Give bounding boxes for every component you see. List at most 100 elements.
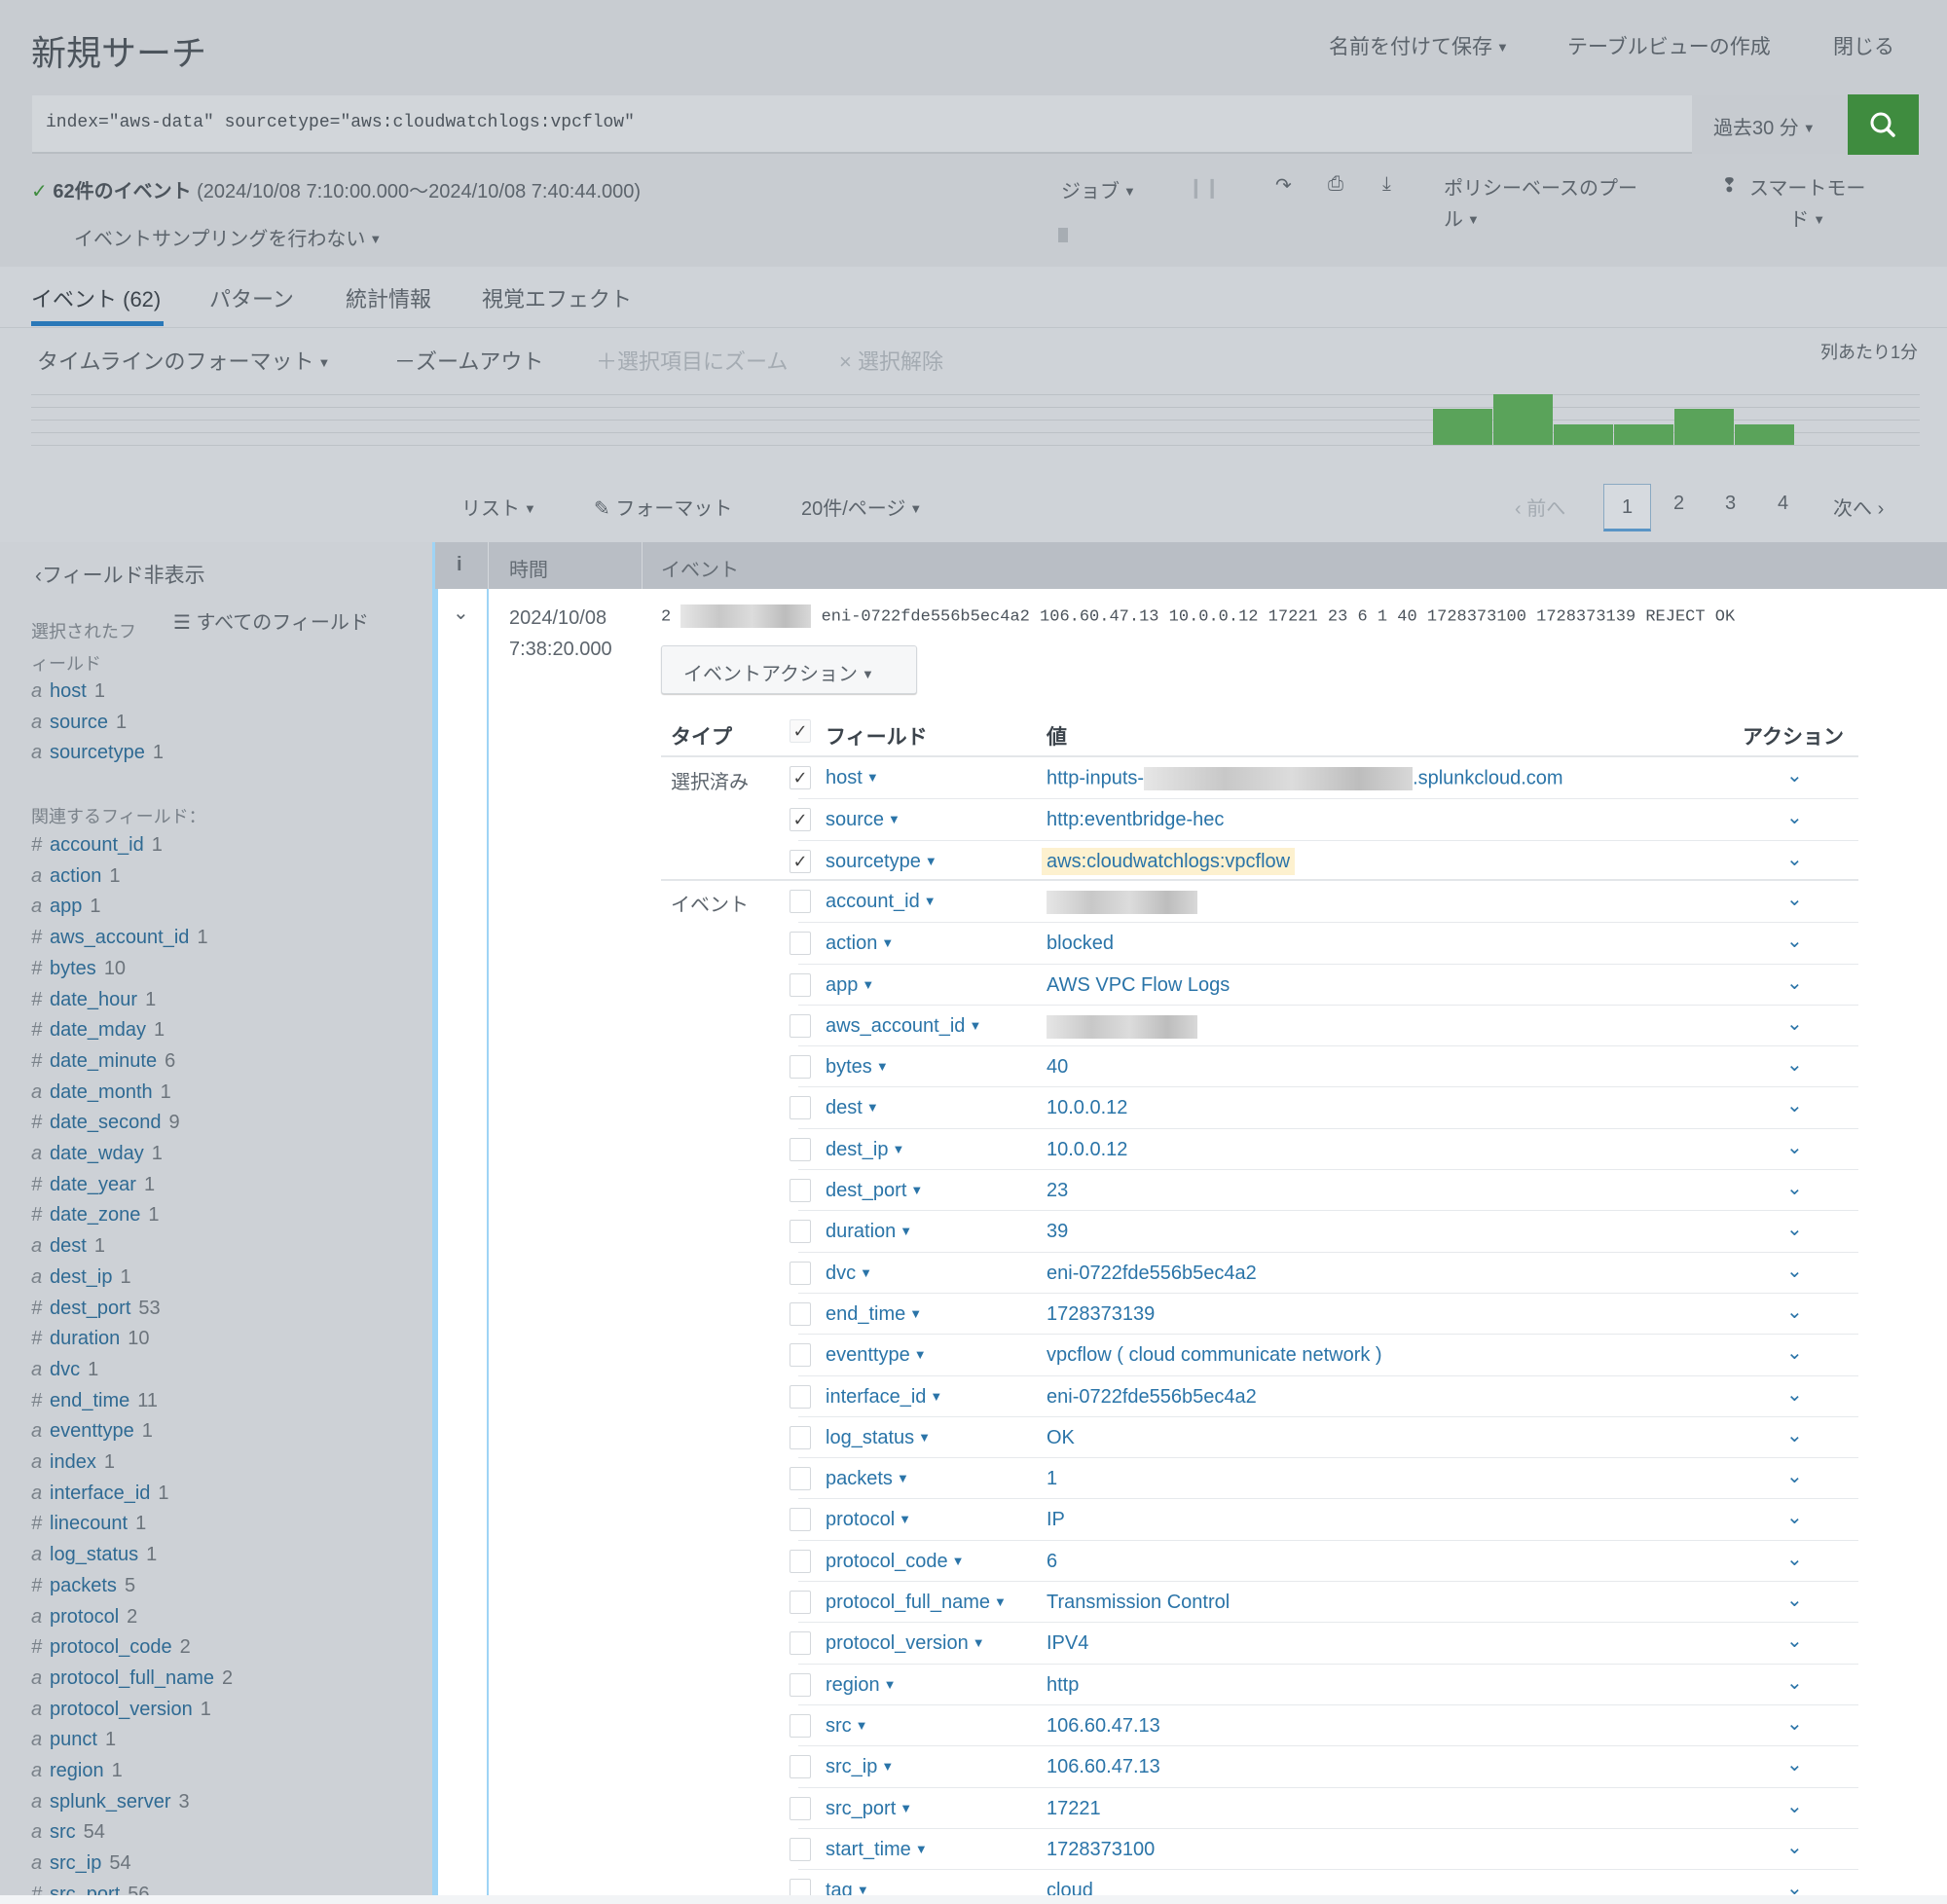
field-name-menu[interactable]: src_ip ▼ [826, 1756, 894, 1778]
field-select-checkbox[interactable] [790, 1137, 811, 1161]
chevron-down-icon[interactable]: ⌄ [1786, 1423, 1803, 1447]
field-value[interactable]: 23 [1047, 1180, 1068, 1202]
sidebar-field-app[interactable]: a app 1 [31, 896, 101, 918]
chevron-down-icon[interactable]: ⌄ [1786, 1135, 1803, 1159]
sidebar-field-src[interactable]: a src 54 [31, 1821, 105, 1844]
search-input[interactable]: index="aws-data" sourcetype="aws:cloudwa… [32, 95, 1692, 154]
field-select-checkbox[interactable] [790, 1879, 811, 1895]
field-name-menu[interactable]: dest_ip ▼ [826, 1139, 904, 1161]
field-value[interactable]: http [1047, 1674, 1079, 1697]
select-all-checkbox[interactable]: ✓ [790, 719, 811, 743]
chevron-down-icon[interactable]: ⌄ [1786, 1011, 1803, 1036]
field-value[interactable]: 10.0.0.12 [1047, 1097, 1127, 1119]
field-value[interactable] [1047, 1014, 1197, 1039]
chevron-down-icon[interactable]: ⌄ [1786, 1259, 1803, 1283]
sidebar-field-eventtype[interactable]: a eventtype 1 [31, 1420, 153, 1443]
sidebar-field-date_minute[interactable]: # date_minute 6 [31, 1050, 175, 1073]
sidebar-field-bytes[interactable]: # bytes 10 [31, 958, 126, 980]
field-value[interactable]: Transmission Control [1047, 1592, 1230, 1614]
sidebar-field-date_zone[interactable]: # date_zone 1 [31, 1204, 160, 1227]
sidebar-field-dest_ip[interactable]: a dest_ip 1 [31, 1266, 131, 1289]
share-icon[interactable]: ↷ [1275, 173, 1292, 198]
sidebar-field-interface_id[interactable]: a interface_id 1 [31, 1483, 169, 1505]
field-value[interactable]: AWS VPC Flow Logs [1047, 974, 1230, 997]
field-name-menu[interactable]: protocol ▼ [826, 1509, 911, 1531]
field-value[interactable]: aws:cloudwatchlogs:vpcflow [1042, 847, 1296, 875]
pause-icon[interactable]: ❙❙ [1188, 175, 1221, 200]
timeline-bar[interactable] [1735, 424, 1794, 445]
field-name-menu[interactable]: tag ▼ [826, 1880, 869, 1895]
col-time-header[interactable]: 時間 [509, 554, 548, 582]
field-value[interactable]: cloud [1047, 1880, 1093, 1895]
sidebar-field-punct[interactable]: a punct 1 [31, 1729, 116, 1751]
field-name-menu[interactable]: packets ▼ [826, 1468, 909, 1490]
sidebar-field-splunk_server[interactable]: a splunk_server 3 [31, 1791, 190, 1813]
field-name-menu[interactable]: aws_account_id ▼ [826, 1015, 981, 1038]
field-select-checkbox[interactable] [790, 1343, 811, 1368]
field-value[interactable] [1047, 890, 1197, 914]
chevron-down-icon[interactable]: ⌄ [1786, 970, 1803, 995]
field-select-checkbox[interactable]: ✓ [790, 849, 811, 873]
field-name-menu[interactable]: source ▼ [826, 809, 900, 831]
field-name-menu[interactable]: region ▼ [826, 1674, 896, 1697]
field-value[interactable]: IPV4 [1047, 1632, 1088, 1655]
collapse-chevron-icon[interactable]: ⌄ [453, 601, 469, 625]
field-value[interactable]: 106.60.47.13 [1047, 1756, 1160, 1778]
field-value[interactable]: 39 [1047, 1221, 1068, 1243]
field-select-checkbox[interactable] [790, 1384, 811, 1409]
save-as-menu[interactable]: 名前を付けて保存 ▼ [1329, 31, 1509, 60]
print-icon[interactable]: ⎙ [1328, 173, 1343, 196]
chevron-down-icon[interactable]: ⌄ [1786, 1752, 1803, 1776]
chevron-down-icon[interactable]: ⌄ [1786, 1052, 1803, 1077]
sidebar-field-index[interactable]: a index 1 [31, 1451, 115, 1474]
sidebar-field-aws_account_id[interactable]: # aws_account_id 1 [31, 927, 208, 949]
field-value[interactable]: http:eventbridge-hec [1047, 809, 1224, 831]
field-select-checkbox[interactable] [790, 1796, 811, 1820]
field-name-menu[interactable]: end_time ▼ [826, 1303, 922, 1326]
field-value[interactable]: http-inputs- .splunkcloud.com [1047, 767, 1563, 790]
timeline-bar[interactable] [1433, 409, 1492, 445]
chevron-down-icon[interactable]: ⌄ [1786, 1464, 1803, 1488]
field-select-checkbox[interactable] [790, 1631, 811, 1656]
field-select-checkbox[interactable] [790, 1096, 811, 1120]
job-menu[interactable]: ジョブ ▼ [1061, 175, 1136, 203]
chevron-down-icon[interactable]: ⌄ [1786, 887, 1803, 911]
field-select-checkbox[interactable]: ✓ [790, 808, 811, 832]
field-value[interactable]: 17221 [1047, 1798, 1101, 1820]
field-name-menu[interactable]: host ▼ [826, 767, 879, 789]
policy-pool-menu[interactable]: ポリシーベースのプール ▼ [1444, 173, 1637, 236]
sidebar-field-action[interactable]: a action 1 [31, 865, 121, 888]
chevron-down-icon[interactable]: ⌄ [1786, 1176, 1803, 1200]
chevron-down-icon[interactable]: ⌄ [1786, 1629, 1803, 1653]
field-select-checkbox[interactable] [790, 1713, 811, 1738]
chevron-down-icon[interactable]: ⌄ [1786, 1382, 1803, 1407]
sidebar-field-log_status[interactable]: a log_status 1 [31, 1544, 157, 1566]
sidebar-field-duration[interactable]: # duration 10 [31, 1328, 150, 1350]
sidebar-field-src_ip[interactable]: a src_ip 54 [31, 1852, 131, 1875]
timeline-bar[interactable] [1493, 394, 1553, 445]
sidebar-field-protocol_full_name[interactable]: a protocol_full_name 2 [31, 1667, 233, 1690]
sampling-menu[interactable]: イベントサンプリングを行わない ▼ [74, 223, 382, 251]
field-name-menu[interactable]: protocol_full_name ▼ [826, 1592, 1007, 1614]
field-value[interactable]: 10.0.0.12 [1047, 1139, 1127, 1161]
sidebar-field-src_port[interactable]: # src_port 56 [31, 1884, 150, 1895]
field-name-menu[interactable]: app ▼ [826, 974, 874, 997]
chevron-down-icon[interactable]: ⌄ [1786, 1876, 1803, 1895]
stop-icon[interactable] [1058, 228, 1068, 242]
field-select-checkbox[interactable] [790, 1672, 811, 1697]
sidebar-field-date_wday[interactable]: a date_wday 1 [31, 1143, 163, 1165]
field-select-checkbox[interactable] [790, 1301, 811, 1326]
sidebar-field-date_month[interactable]: a date_month 1 [31, 1081, 171, 1104]
field-name-menu[interactable]: duration ▼ [826, 1221, 912, 1243]
close-button[interactable]: 閉じる [1833, 31, 1894, 60]
sidebar-field-sourcetype[interactable]: a sourcetype 1 [31, 742, 164, 764]
field-value[interactable]: IP [1047, 1509, 1065, 1531]
format-menu[interactable]: ✎ フォーマット [594, 493, 732, 521]
time-range-picker[interactable]: 過去30 分 ▼ [1692, 95, 1848, 154]
field-name-menu[interactable]: dvc ▼ [826, 1263, 872, 1285]
timeline-bar[interactable] [1554, 424, 1613, 445]
field-select-checkbox[interactable] [790, 889, 811, 913]
field-value[interactable]: 6 [1047, 1551, 1057, 1573]
field-select-checkbox[interactable] [790, 1591, 811, 1614]
chevron-down-icon[interactable]: ⌄ [1786, 1835, 1803, 1859]
